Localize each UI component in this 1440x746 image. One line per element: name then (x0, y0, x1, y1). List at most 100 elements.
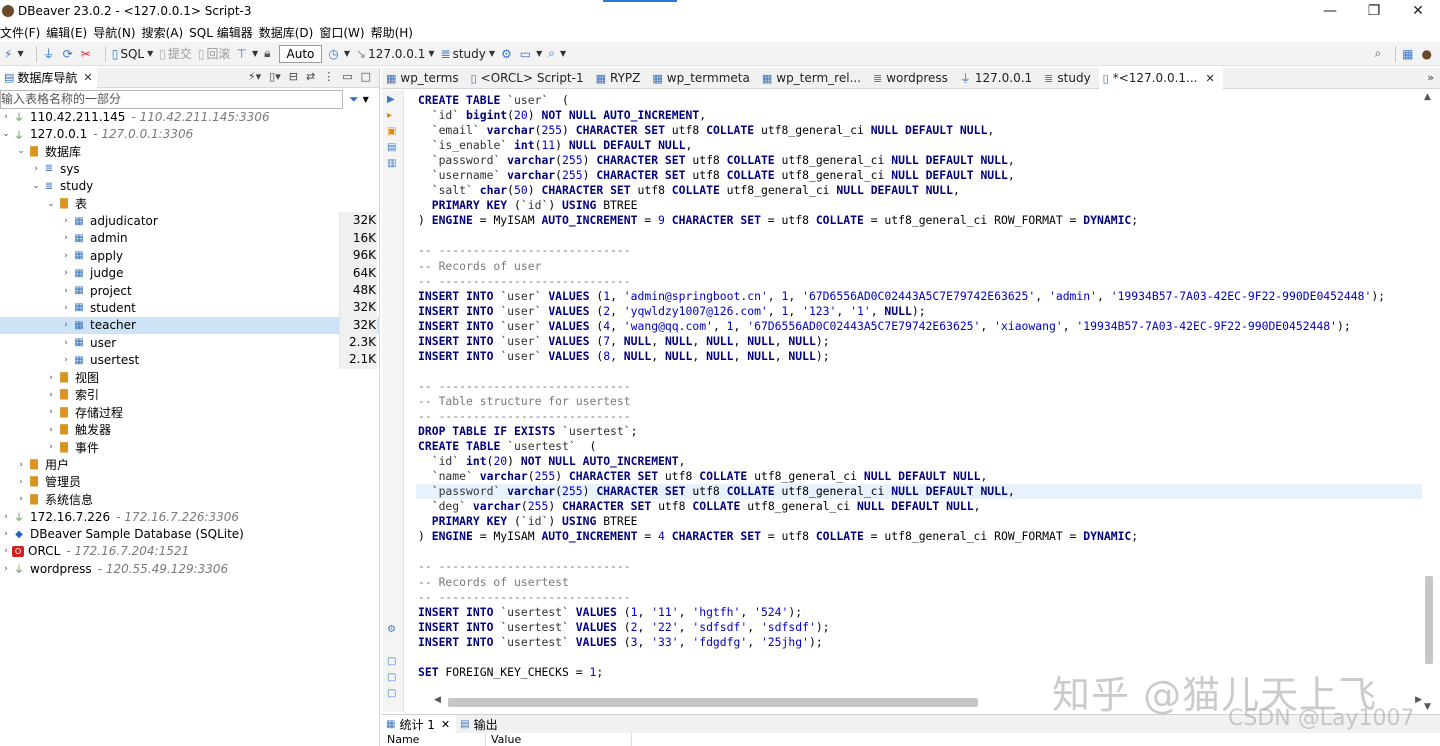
expand-toggle-icon[interactable]: › (45, 390, 57, 400)
active-connection-selector[interactable]: ↘ 127.0.0.1 ▼ (356, 43, 434, 65)
minimize-button[interactable]: — (1308, 0, 1352, 22)
tree-node[interactable]: › ▇ 用户 (0, 456, 380, 473)
table-filter-input[interactable]: 输入表格名称的一部分 (0, 89, 343, 109)
code-line[interactable] (418, 364, 1422, 379)
code-line[interactable]: `password` varchar(255) CHARACTER SET ut… (416, 484, 1422, 500)
code-line[interactable]: PRIMARY KEY (`id`) USING BTREE (418, 198, 1422, 213)
connect-button[interactable]: ⏚ (43, 43, 57, 65)
tree-table-admin[interactable]: › ▦ admin 16K (0, 229, 380, 248)
code-line[interactable]: `id` int(20) NOT NULL AUTO_INCREMENT, (418, 454, 1422, 469)
explain-plan-icon[interactable]: ▣ (387, 126, 396, 137)
new-connection-icon[interactable]: ⚡▾ (248, 70, 261, 83)
code-line[interactable]: INSERT INTO `user` VALUES (7, NULL, NULL… (418, 334, 1422, 349)
tree-node[interactable]: › ⏚ wordpress - 120.55.49.129:3306 (0, 560, 380, 577)
tree-node[interactable]: › ▇ 索引 (0, 386, 380, 403)
code-line[interactable]: `password` varchar(255) CHARACTER SET ut… (418, 153, 1422, 168)
code-line[interactable]: -- ---------------------------- (418, 590, 1422, 605)
code-line[interactable]: -- ---------------------------- (418, 409, 1422, 424)
tree-node[interactable]: › ⏚ 110.42.211.145 - 110.42.211.145:3306 (0, 108, 380, 125)
minimize-panel-icon[interactable]: ▭ (342, 70, 352, 83)
code-line[interactable]: -- Records of usertest (418, 575, 1422, 590)
tree-node[interactable]: ⌄ ▇ 数据库 (0, 143, 380, 160)
expand-toggle-icon[interactable]: › (60, 233, 72, 243)
expand-toggle-icon[interactable]: ⌄ (0, 129, 12, 139)
expand-toggle-icon[interactable]: › (15, 494, 27, 504)
panel-results-icon[interactable]: ▢ (387, 656, 396, 667)
tree-node[interactable]: › ▇ 触发器 (0, 421, 380, 438)
panel-output-icon[interactable]: ▢ (387, 672, 396, 683)
code-line[interactable]: `email` varchar(255) CHARACTER SET utf8 … (418, 123, 1422, 138)
lock-button[interactable]: 🔒︎ (264, 43, 272, 65)
code-line[interactable]: ) ENGINE = MyISAM AUTO_INCREMENT = 9 CHA… (418, 213, 1422, 228)
code-line[interactable]: -- ---------------------------- (418, 379, 1422, 394)
expand-toggle-icon[interactable]: › (45, 425, 57, 435)
code-line[interactable]: `name` varchar(255) CHARACTER SET utf8 C… (418, 469, 1422, 484)
expand-toggle-icon[interactable]: › (60, 303, 72, 313)
view-menu-icon[interactable]: ⋮ (323, 70, 334, 83)
code-line[interactable]: INSERT INTO `user` VALUES (2, 'yqwldzy10… (418, 304, 1422, 319)
expand-toggle-icon[interactable]: › (0, 512, 12, 522)
scroll-up-icon[interactable]: ▲ (1424, 92, 1431, 102)
new-connection-button[interactable]: ⚡ ▼ (4, 43, 24, 65)
expand-toggle-icon[interactable]: › (45, 442, 57, 452)
code-line[interactable]: INSERT INTO `usertest` VALUES (3, '33', … (418, 635, 1422, 650)
tree-node[interactable]: › ▇ 视图 (0, 369, 380, 386)
column-name-header[interactable]: Name (382, 733, 486, 746)
output-log-icon[interactable]: ▥ (387, 158, 396, 169)
history-button[interactable]: ◷ ▼ (328, 43, 350, 65)
code-line[interactable]: `deg` varchar(255) CHARACTER SET utf8 CO… (418, 499, 1422, 514)
expand-toggle-icon[interactable]: › (60, 251, 72, 261)
code-line[interactable]: ) ENGINE = MyISAM AUTO_INCREMENT = 4 CHA… (418, 529, 1422, 544)
editor-tab[interactable]: ≣ wordpress (869, 68, 956, 89)
auto-commit-toggle[interactable]: Auto (278, 44, 323, 63)
global-search-button[interactable]: ⌕ (1374, 43, 1383, 65)
maximize-button[interactable]: ❐ (1352, 0, 1396, 22)
disconnect-button[interactable]: ✂ (81, 43, 93, 65)
code-line[interactable]: CREATE TABLE `user` ( (418, 93, 1422, 108)
code-line[interactable]: -- Records of user (418, 259, 1422, 274)
editor-tab[interactable]: ▦ wp_term_rel... (758, 68, 869, 89)
code-line[interactable]: -- ---------------------------- (418, 243, 1422, 258)
expand-toggle-icon[interactable]: › (60, 320, 72, 330)
sql-editor-button[interactable]: ▯ SQL ▼ (112, 43, 154, 65)
code-line[interactable]: PRIMARY KEY (`id`) USING BTREE (418, 514, 1422, 529)
scroll-right-icon[interactable]: ▶ (1415, 695, 1422, 705)
vertical-scrollbar[interactable]: ▲ ▼ (1422, 90, 1436, 712)
tree-table-project[interactable]: › ▦ project 48K (0, 281, 380, 300)
tree-node[interactable]: › ⏚ 172.16.7.226 - 172.16.7.226:3306 (0, 508, 380, 525)
close-statistics-icon[interactable]: ✕ (441, 718, 450, 731)
editor-tab[interactable]: ▦ RYPZ (592, 68, 649, 89)
horizontal-scroll-thumb[interactable] (448, 698, 978, 707)
code-line[interactable]: `id` bigint(20) NOT NULL AUTO_INCREMENT, (418, 108, 1422, 123)
vertical-scroll-thumb[interactable] (1425, 576, 1433, 664)
expand-toggle-icon[interactable]: ⌄ (30, 181, 42, 191)
menu-sql-editor[interactable]: SQL 编辑器 (189, 24, 258, 41)
code-line[interactable]: -- Table structure for usertest (418, 394, 1422, 409)
tree-table-apply[interactable]: › ▦ apply 96K (0, 247, 380, 265)
expand-toggle-icon[interactable]: ⌄ (15, 146, 27, 156)
search-toolbar-button[interactable]: ⌕ ▼ (548, 43, 566, 65)
reconnect-button[interactable]: ⟳ (63, 43, 75, 65)
expand-toggle-icon[interactable]: ⌄ (45, 199, 57, 209)
expand-toggle-icon[interactable]: › (60, 268, 72, 278)
filter-options-icon[interactable]: ▯▾ (269, 70, 281, 83)
expand-toggle-icon[interactable]: › (30, 164, 42, 174)
code-line[interactable]: INSERT INTO `user` VALUES (4, 'wang@qq.c… (418, 319, 1422, 334)
expand-toggle-icon[interactable]: › (0, 564, 12, 574)
tree-table-adjudicator[interactable]: › ▦ adjudicator 32K (0, 212, 380, 230)
expand-toggle-icon[interactable]: › (60, 286, 72, 296)
menu-navigate[interactable]: 导航(N) (93, 24, 140, 41)
code-area[interactable]: CREATE TABLE `user` ( `id` bigint(20) NO… (416, 93, 1422, 680)
transaction-mode-button[interactable]: ⊤ ▼ (237, 43, 259, 65)
tools-button[interactable]: ⚙ (501, 43, 514, 65)
maximize-panel-icon[interactable]: □ (361, 70, 371, 83)
tree-node[interactable]: › ▇ 管理员 (0, 473, 380, 490)
menu-window[interactable]: 窗口(W) (319, 24, 369, 41)
expand-toggle-icon[interactable]: › (60, 355, 72, 365)
tree-node[interactable]: ⌄ ≣ study (0, 178, 380, 195)
rollback-button[interactable]: ▯ 回滚 (198, 43, 231, 65)
menu-file[interactable]: 文件(F) (0, 24, 45, 41)
menu-edit[interactable]: 编辑(E) (46, 24, 92, 41)
code-line[interactable] (418, 544, 1422, 559)
expand-toggle-icon[interactable]: › (60, 216, 72, 226)
